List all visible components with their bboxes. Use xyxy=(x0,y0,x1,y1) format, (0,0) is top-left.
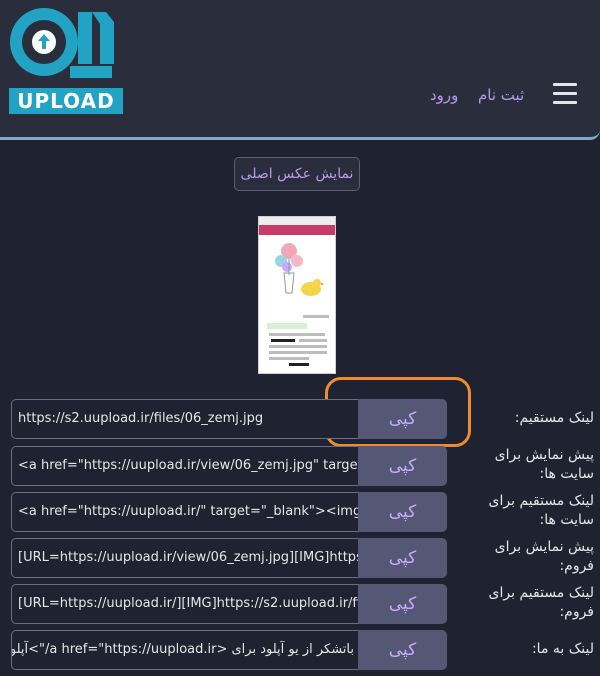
copy-forum-preview-button[interactable]: کپی xyxy=(358,538,447,578)
direct-link-label: لینک مستقیم: xyxy=(514,410,594,426)
site-preview-field[interactable]: <a href="https://uupload.ir/view/06_zemj… xyxy=(11,446,359,486)
link-to-us-field[interactable]: باتشکر از یو آپلود برای <a href="https:/… xyxy=(11,630,359,670)
forum-preview-field[interactable]: [URL=https://uupload.ir/view/06_zemj.jpg… xyxy=(11,538,359,578)
copy-forum-direct-link-button[interactable]: کپی xyxy=(358,584,447,624)
hamburger-icon[interactable] xyxy=(553,83,577,107)
direct-link-field[interactable]: https://s2.uupload.ir/files/06_zemj.jpg xyxy=(11,399,359,439)
site-direct-link-label: لینک مستقیم برای سایت ها: xyxy=(488,493,594,528)
site-direct-link-field[interactable]: <a href="https://uupload.ir/" target="_b… xyxy=(11,492,359,532)
copy-direct-link-button[interactable]: کپی xyxy=(358,399,447,439)
forum-direct-link-label: لینک مستقیم برای فروم: xyxy=(488,585,594,620)
logo-mark-icon xyxy=(10,8,114,78)
site-header: UPLOAD ورود ثبت نام xyxy=(0,0,600,140)
forum-preview-label: پیش نمایش برای فروم: xyxy=(494,539,594,574)
logo-text: UPLOAD xyxy=(9,88,123,114)
copy-site-preview-button[interactable]: کپی xyxy=(358,446,447,486)
copy-site-direct-link-button[interactable]: کپی xyxy=(358,492,447,532)
uploaded-image-thumbnail[interactable] xyxy=(258,216,336,374)
show-original-button[interactable]: نمایش عکس اصلی xyxy=(234,157,360,191)
login-link[interactable]: ورود xyxy=(430,86,458,104)
site-logo[interactable]: UPLOAD xyxy=(6,6,123,114)
register-link[interactable]: ثبت نام xyxy=(478,86,524,104)
link-to-us-label: لینک به ما: xyxy=(531,641,594,657)
copy-link-to-us-button[interactable]: کپی xyxy=(358,630,447,670)
flowers-bird-illustration xyxy=(275,243,325,296)
site-preview-label: پیش نمایش برای سایت ها: xyxy=(494,447,594,482)
forum-direct-link-field[interactable]: [URL=https://uupload.ir/][IMG]https://s2… xyxy=(11,584,359,624)
